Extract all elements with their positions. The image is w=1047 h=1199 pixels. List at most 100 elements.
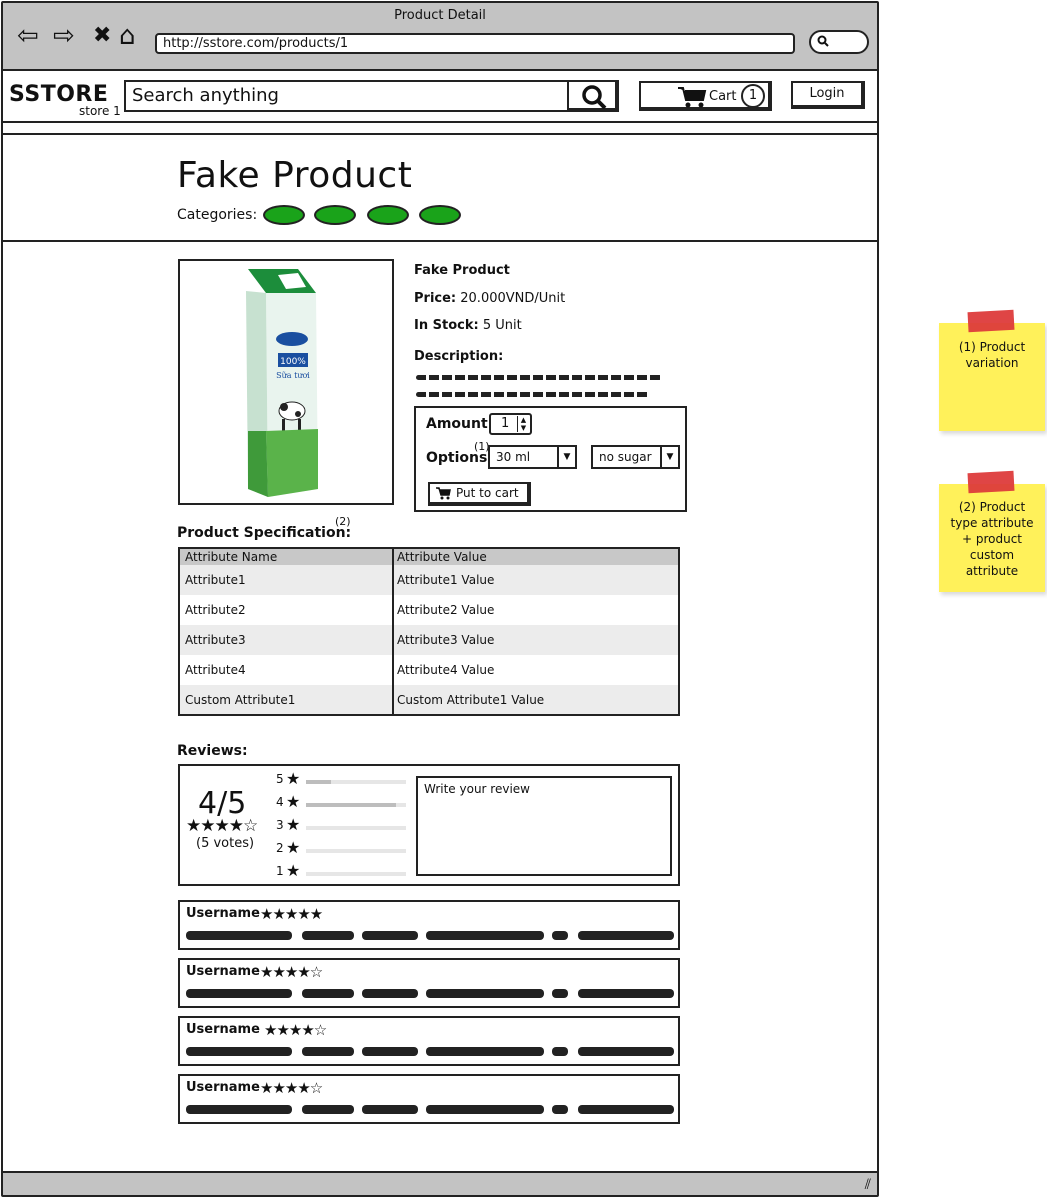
put-to-cart-button[interactable]: Put to cart bbox=[428, 482, 531, 506]
description-text-placeholder bbox=[416, 392, 650, 397]
browser-search-field[interactable] bbox=[809, 30, 869, 54]
address-bar[interactable]: http://sstore.com/products/1 bbox=[155, 33, 795, 54]
attribute-name: Attribute3 bbox=[185, 633, 246, 647]
browser-window: Product Detail ⇦ ⇨ ✖ ⌂ http://sstore.com… bbox=[1, 1, 879, 1197]
review-stars: ★★★★☆ bbox=[260, 963, 323, 981]
attribute-value: Attribute1 Value bbox=[397, 573, 495, 587]
size-select-value: 30 ml bbox=[496, 450, 531, 464]
login-button[interactable]: Login bbox=[791, 81, 865, 109]
table-row: Attribute4 Attribute4 Value bbox=[180, 655, 678, 685]
table-row: Attribute3 Attribute3 Value bbox=[180, 625, 678, 655]
rating-bar-track bbox=[306, 780, 406, 784]
category-pill[interactable] bbox=[367, 205, 409, 225]
column-divider bbox=[392, 549, 394, 714]
quantity-stepper[interactable]: 1 ▲ ▼ bbox=[489, 413, 532, 435]
store-name: store 1 bbox=[79, 104, 121, 118]
rating-bar-track bbox=[306, 803, 406, 807]
review-item: Username ★★★★☆ bbox=[178, 958, 680, 1008]
cart-icon bbox=[678, 87, 707, 108]
category-pill[interactable] bbox=[263, 205, 305, 225]
specification-note-marker: (2) bbox=[335, 515, 351, 528]
attribute-value: Attribute2 Value bbox=[397, 603, 495, 617]
rating-bar-label: 3 bbox=[276, 818, 284, 832]
review-text-placeholder bbox=[186, 931, 674, 940]
stop-icon[interactable]: ✖ bbox=[93, 21, 111, 51]
sticky-note-text: (2) Product type attribute + product cus… bbox=[950, 500, 1034, 578]
description-label: Description: bbox=[414, 349, 503, 364]
review-stars: ★★★★☆ bbox=[260, 1079, 323, 1097]
review-username[interactable]: Username bbox=[186, 1080, 260, 1095]
attribute-value: Custom Attribute1 Value bbox=[397, 693, 545, 707]
product-name: Fake Product bbox=[414, 263, 510, 278]
cart-label: Cart bbox=[709, 89, 737, 104]
price-label: Price: bbox=[414, 291, 457, 306]
resize-grip-icon[interactable]: ⫽ bbox=[865, 1177, 871, 1193]
put-to-cart-label: Put to cart bbox=[456, 486, 519, 500]
sticky-note: (1) Product variation bbox=[939, 323, 1045, 431]
review-username[interactable]: Username bbox=[186, 906, 260, 921]
category-pill[interactable] bbox=[419, 205, 461, 225]
site-header: SSTORE store 1 Search anything Cart 1 Lo… bbox=[3, 71, 877, 123]
header-divider bbox=[3, 133, 877, 135]
rating-bar-label: 2 bbox=[276, 841, 284, 855]
add-to-cart-icon bbox=[436, 487, 451, 500]
sugar-select-value: no sugar bbox=[599, 450, 652, 464]
table-header: Attribute Name Attribute Value bbox=[180, 549, 678, 565]
title-divider bbox=[3, 240, 877, 242]
review-stars: ★★★★☆ bbox=[264, 1021, 327, 1039]
table-row: Custom Attribute1 Custom Attribute1 Valu… bbox=[180, 685, 678, 714]
purchase-panel: Amount: 1 ▲ ▼ Options: (1) 30 ml ▼ no sug… bbox=[414, 406, 687, 512]
attribute-name: Attribute4 bbox=[185, 663, 246, 677]
rating-bar-track bbox=[306, 826, 406, 830]
size-select[interactable]: 30 ml ▼ bbox=[488, 445, 577, 469]
category-pill[interactable] bbox=[314, 205, 356, 225]
rating-bar-track bbox=[306, 849, 406, 853]
attribute-name: Custom Attribute1 bbox=[185, 693, 296, 707]
column-header: Attribute Name bbox=[185, 550, 278, 564]
tape-icon bbox=[967, 470, 1015, 494]
review-item: Username ★★★★☆ bbox=[178, 1074, 680, 1124]
search-button[interactable] bbox=[567, 80, 619, 112]
star-icon: ★ bbox=[286, 792, 301, 811]
tape-icon bbox=[967, 309, 1015, 333]
review-text-placeholder bbox=[186, 1105, 674, 1114]
categories-label: Categories: bbox=[177, 207, 258, 223]
specification-table: Attribute Name Attribute Value Attribute… bbox=[178, 547, 680, 716]
search-icon bbox=[817, 35, 829, 47]
cart-button[interactable]: Cart 1 bbox=[639, 81, 772, 111]
sugar-select[interactable]: no sugar ▼ bbox=[591, 445, 680, 469]
attribute-name: Attribute1 bbox=[185, 573, 246, 587]
review-username[interactable]: Username bbox=[186, 1022, 260, 1037]
rating-bar-fill bbox=[306, 803, 396, 807]
back-arrow-icon[interactable]: ⇦ bbox=[17, 21, 39, 51]
review-username[interactable]: Username bbox=[186, 964, 260, 979]
browser-titlebar: Product Detail ⇦ ⇨ ✖ ⌂ http://sstore.com… bbox=[3, 3, 877, 71]
attribute-value: Attribute3 Value bbox=[397, 633, 495, 647]
review-textarea[interactable]: Write your review bbox=[416, 776, 672, 876]
table-row: Attribute2 Attribute2 Value bbox=[180, 595, 678, 625]
reviews-title: Reviews: bbox=[177, 743, 248, 759]
svg-text:Sữa tươi: Sữa tươi bbox=[276, 371, 310, 380]
star-icon: ★ bbox=[286, 815, 301, 834]
reviews-summary: 4/5 ★★★★☆ (5 votes) 5 ★ 4 ★ 3 ★ 2 ★ 1 ★ … bbox=[178, 764, 680, 886]
rating-bar-label: 4 bbox=[276, 795, 284, 809]
stock-label: In Stock: bbox=[414, 318, 479, 333]
svg-text:100%: 100% bbox=[280, 357, 306, 367]
attribute-value: Attribute4 Value bbox=[397, 663, 495, 677]
magnifier-icon bbox=[582, 85, 607, 109]
star-icon: ★ bbox=[286, 861, 301, 880]
quantity-value: 1 bbox=[501, 416, 510, 431]
table-row: Attribute1 Attribute1 Value bbox=[180, 565, 678, 595]
stock-line: In Stock: 5 Unit bbox=[414, 318, 522, 333]
rating-bar-fill bbox=[306, 780, 331, 784]
stepper-arrows-icon[interactable]: ▲ ▼ bbox=[517, 416, 529, 432]
search-input[interactable]: Search anything bbox=[124, 80, 569, 112]
review-item: Username ★★★★★ bbox=[178, 900, 680, 950]
review-text-placeholder bbox=[186, 989, 674, 998]
description-label-text: Description: bbox=[414, 349, 504, 364]
home-icon[interactable]: ⌂ bbox=[119, 21, 136, 51]
review-stars: ★★★★★ bbox=[260, 905, 323, 923]
rating-bar-label: 1 bbox=[276, 864, 284, 878]
forward-arrow-icon[interactable]: ⇨ bbox=[53, 21, 75, 51]
milk-carton-image: 100% Sữa tươi bbox=[246, 269, 318, 497]
